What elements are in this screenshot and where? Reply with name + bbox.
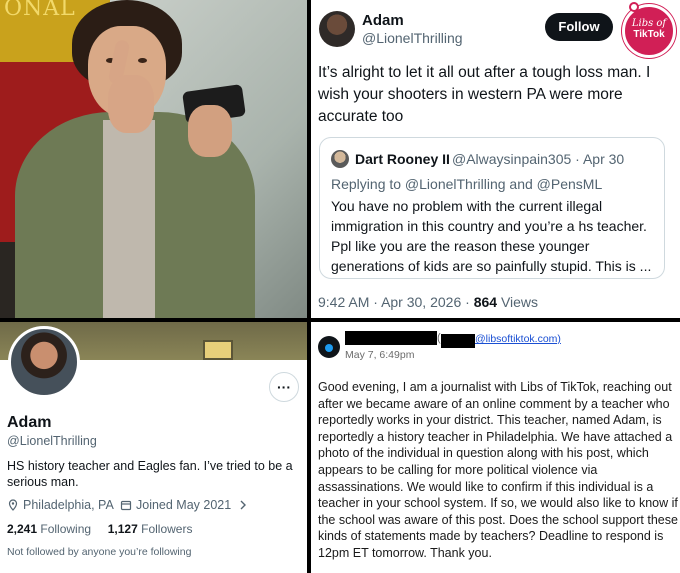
profile-avatar[interactable] bbox=[8, 326, 80, 398]
email-body: Good evening, I am a journalist with Lib… bbox=[318, 380, 678, 560]
email-address[interactable]: @libsoftiktok.com) bbox=[475, 333, 561, 345]
redacted-recipient-name bbox=[345, 331, 437, 345]
profile-photo-panel: ONAL bbox=[0, 0, 307, 318]
quoted-author-avatar[interactable] bbox=[331, 150, 349, 168]
more-options-button[interactable]: ··· bbox=[269, 372, 299, 402]
logo-line-2: TikTok bbox=[633, 29, 665, 40]
profile-stats: 2,241 Following 1,127 Followers bbox=[7, 522, 192, 536]
logo-line-1: Libs of bbox=[631, 18, 667, 29]
profile-joined: Joined May 2021 bbox=[120, 498, 253, 512]
sender-avatar-badge bbox=[325, 344, 333, 352]
tweet-date[interactable]: Apr 30, 2026 bbox=[381, 294, 461, 310]
followers-link[interactable]: 1,127 Followers bbox=[108, 522, 193, 536]
holding-hand bbox=[188, 105, 232, 157]
libs-of-tiktok-logo: Libs of TikTok bbox=[622, 4, 676, 58]
tweet-author-name[interactable]: Adam bbox=[362, 12, 404, 29]
following-label: Following bbox=[40, 522, 92, 536]
tweet-author-handle[interactable]: @LionelThrilling bbox=[362, 30, 463, 46]
quoted-text: You have no problem with the current ill… bbox=[331, 198, 652, 274]
quoted-tweet[interactable]: Dart Rooney II @Alwaysinpain305 · Apr 30… bbox=[319, 137, 665, 279]
tweet-time[interactable]: 9:42 AM bbox=[318, 294, 369, 310]
tweet-meta: 9:42 AM · Apr 30, 2026 · 864 Views bbox=[318, 294, 538, 310]
quoted-author-name[interactable]: Dart Rooney II bbox=[355, 151, 450, 167]
flag-text: ONAL bbox=[4, 0, 76, 21]
profile-handle: @LionelThrilling bbox=[7, 434, 97, 448]
views-label: Views bbox=[500, 294, 539, 310]
not-followed-note: Not followed by anyone you’re following bbox=[7, 546, 192, 558]
person-eye-right bbox=[138, 58, 147, 63]
meta-separator: · bbox=[575, 151, 580, 167]
tweet-text: It’s alright to let it all out after a t… bbox=[318, 64, 651, 125]
profile-bio: HS history teacher and Eagles fan. I’ve … bbox=[7, 459, 293, 489]
meta-separator: · bbox=[373, 294, 378, 310]
location-pin-icon bbox=[8, 499, 18, 511]
banner-window bbox=[203, 340, 233, 360]
redacted-address-prefix bbox=[441, 334, 475, 348]
quoted-author-handle[interactable]: @Alwaysinpain305 bbox=[452, 151, 571, 167]
calendar-icon bbox=[120, 500, 132, 511]
joined-text: Joined May 2021 bbox=[136, 498, 232, 512]
following-link[interactable]: 2,241 Following bbox=[7, 522, 91, 536]
pointing-hand bbox=[108, 75, 154, 133]
person-shirt bbox=[103, 120, 155, 318]
tweet-panel: Adam @LionelThrilling Follow Libs of Tik… bbox=[311, 0, 680, 318]
replying-to[interactable]: Replying to @LionelThrilling and @PensML bbox=[331, 176, 602, 192]
email-panel: ( @libsoftiktok.com) May 7, 6:49pm Good … bbox=[311, 322, 680, 573]
tweet-author-avatar[interactable] bbox=[319, 11, 355, 47]
quoted-date: Apr 30 bbox=[582, 151, 625, 167]
followers-count: 1,127 bbox=[107, 522, 138, 536]
meta-separator: · bbox=[465, 294, 470, 310]
chevron-right-icon[interactable] bbox=[237, 499, 249, 511]
email-date: May 7, 6:49pm bbox=[345, 349, 415, 361]
profile-name: Adam bbox=[7, 414, 52, 431]
follow-button[interactable]: Follow bbox=[545, 13, 613, 41]
quoted-author-meta: @Alwaysinpain305 · Apr 30 bbox=[452, 151, 624, 167]
following-count: 2,241 bbox=[7, 522, 38, 536]
profile-panel: ··· Adam @LionelThrilling HS history tea… bbox=[0, 322, 307, 573]
views-count: 864 bbox=[473, 294, 498, 310]
followers-label: Followers bbox=[141, 522, 193, 536]
profile-location: Philadelphia, PA bbox=[7, 498, 114, 512]
logo-ring-icon bbox=[629, 2, 639, 12]
location-text: Philadelphia, PA bbox=[23, 498, 114, 512]
